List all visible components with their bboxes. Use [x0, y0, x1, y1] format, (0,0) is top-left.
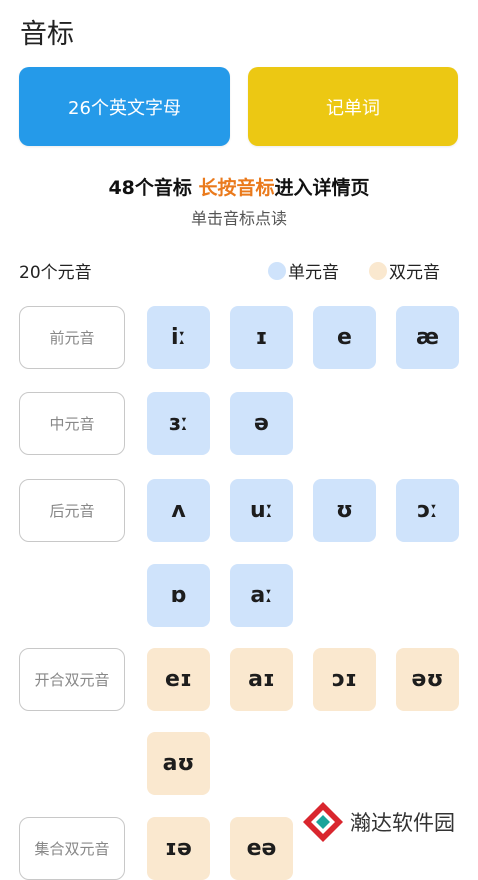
watermark-text: 瀚达软件园: [350, 811, 455, 835]
phoneme-tile[interactable]: əʊ: [396, 648, 459, 711]
phoneme-tile[interactable]: aʊ: [147, 732, 210, 795]
instruction-headline: 48个音标 长按音标进入详情页: [0, 173, 478, 200]
phoneme-tile[interactable]: ʌ: [147, 479, 210, 542]
category-closing-diphthongs[interactable]: 开合双元音: [19, 648, 125, 711]
watermark-logo-icon: [303, 802, 343, 842]
page-title: 音标: [20, 19, 74, 50]
headline-count: 48个音标: [108, 177, 192, 199]
legend-single-vowel: 单元音: [268, 258, 339, 283]
phoneme-tile[interactable]: ɜː: [147, 392, 210, 455]
phoneme-tile[interactable]: eɪ: [147, 648, 210, 711]
legend-double-label: 双元音: [389, 263, 440, 283]
phoneme-tile[interactable]: aɪ: [230, 648, 293, 711]
phoneme-tile[interactable]: ɪə: [147, 817, 210, 880]
category-centering-diphthongs[interactable]: 集合双元音: [19, 817, 125, 880]
instruction-subline: 单击音标点读: [190, 209, 287, 228]
phoneme-tile[interactable]: eə: [230, 817, 293, 880]
phoneme-tile[interactable]: uː: [230, 479, 293, 542]
legend-single-label: 单元音: [288, 263, 339, 283]
phoneme-tile[interactable]: ɔː: [396, 479, 459, 542]
phoneme-tile[interactable]: ɪ: [230, 306, 293, 369]
legend-double-vowel: 双元音: [369, 258, 440, 283]
watermark: 瀚达软件园: [301, 800, 455, 844]
vowel-section-label: 20个元音: [19, 263, 92, 283]
phoneme-tile[interactable]: ʊ: [313, 479, 376, 542]
phoneme-tile[interactable]: e: [313, 306, 376, 369]
phoneme-tile[interactable]: ə: [230, 392, 293, 455]
phoneme-tile[interactable]: æ: [396, 306, 459, 369]
phoneme-tile[interactable]: aː: [230, 564, 293, 627]
english-letters-button[interactable]: 26个英文字母: [19, 67, 230, 146]
double-vowel-dot: [369, 261, 387, 280]
phoneme-tile[interactable]: iː: [147, 306, 210, 369]
phoneme-tile[interactable]: ɒ: [147, 564, 210, 627]
single-vowel-dot: [268, 261, 286, 280]
headline-accent: 长按音标: [198, 177, 275, 199]
headline-suffix: 进入详情页: [274, 177, 370, 199]
category-front-vowels[interactable]: 前元音: [19, 306, 125, 369]
memorize-words-button[interactable]: 记单词: [248, 67, 458, 146]
category-central-vowels[interactable]: 中元音: [19, 392, 125, 455]
category-back-vowels[interactable]: 后元音: [19, 479, 125, 542]
phoneme-tile[interactable]: ɔɪ: [313, 648, 376, 711]
